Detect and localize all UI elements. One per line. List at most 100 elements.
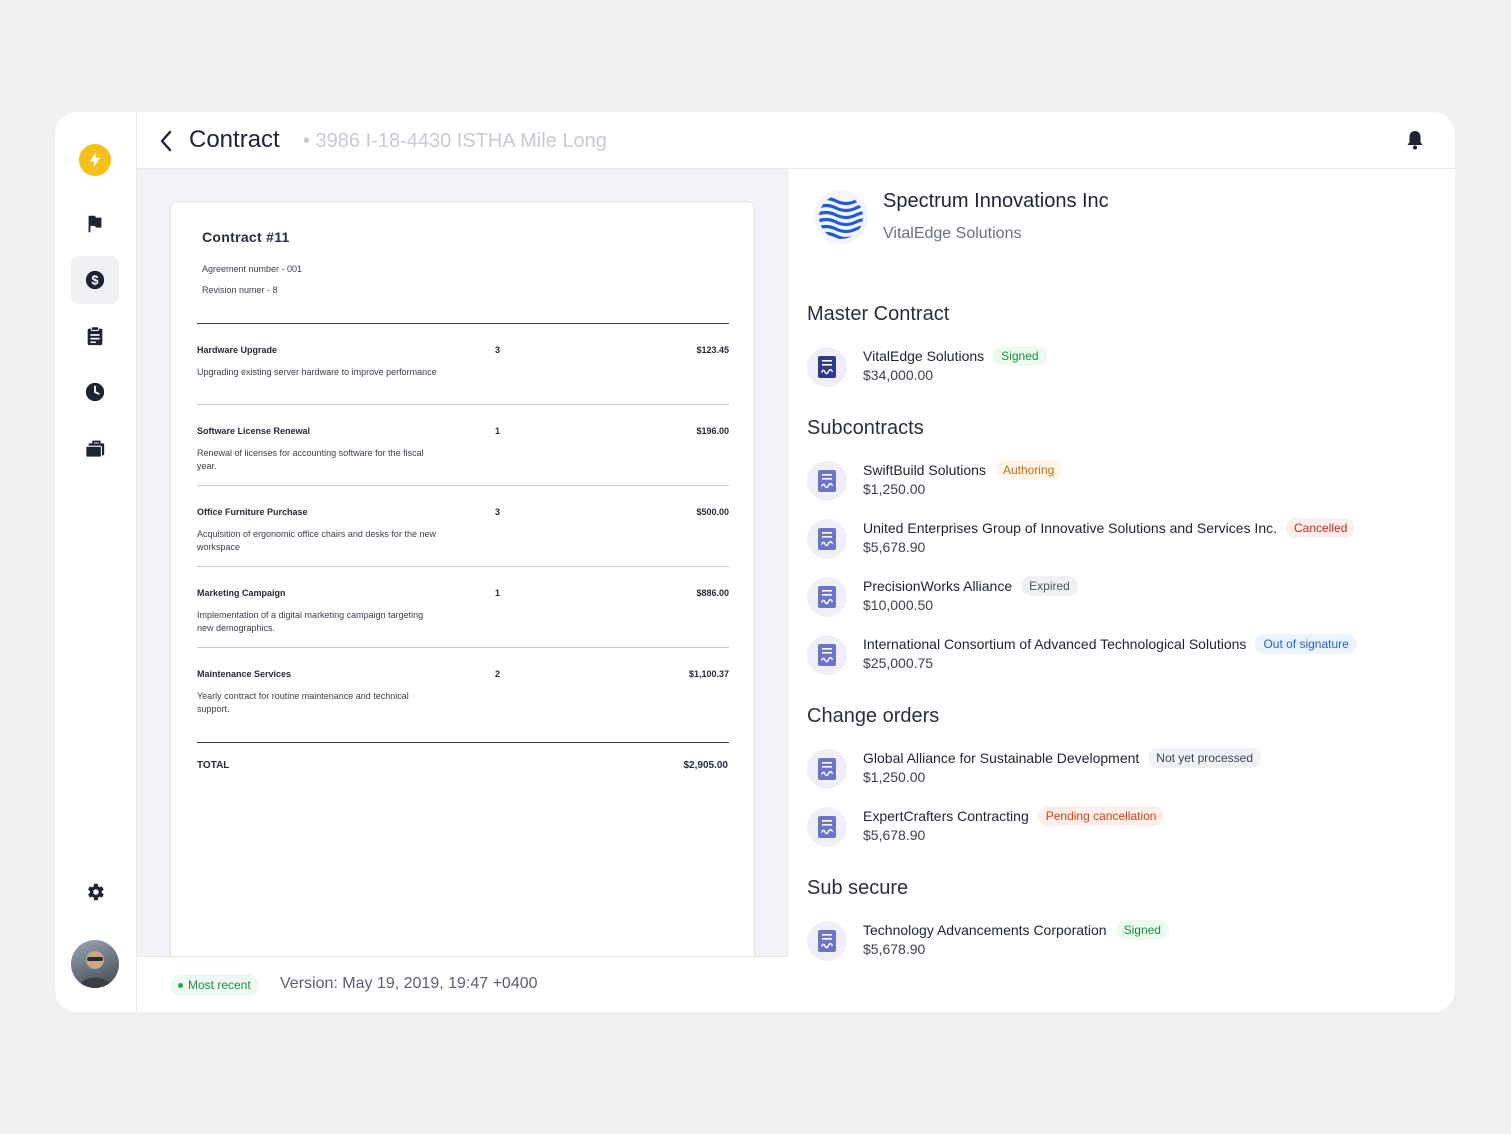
status-badge: Authoring [994, 460, 1063, 480]
contract-row[interactable]: Technology Advancements Corporation Signe… [807, 920, 1447, 964]
document-icon [818, 528, 836, 550]
document-preview-pane: Contract #11 Agreement number - 001 Revi… [137, 169, 788, 1012]
contract-amount: $25,000.75 [863, 655, 934, 671]
contract-name-text: ExpertCrafters Contracting [863, 808, 1029, 824]
row-icon [807, 749, 847, 789]
document-icon [818, 930, 836, 952]
sidebar-item-portfolio[interactable] [71, 424, 119, 472]
line-item-price: $500.00 [696, 507, 729, 517]
line-item-price: $1,100.37 [688, 669, 729, 679]
line-item-name: Maintenance Services [197, 669, 292, 679]
contract-details-pane: Spectrum Innovations Inc VitalEdge Solut… [788, 169, 1455, 1012]
revision-number: Revision numer - 8 [202, 285, 278, 295]
line-item-price: $196.00 [696, 426, 729, 436]
line-item-description: Renewal of licenses for accounting softw… [197, 448, 424, 471]
line-item-name: Marketing Campaign [197, 588, 286, 598]
clock-icon [85, 382, 105, 402]
row-icon [807, 519, 847, 559]
notifications-button[interactable] [1403, 128, 1427, 152]
section-title-sub-secure: Sub secure [807, 877, 909, 899]
line-item-quantity: 3 [495, 345, 501, 355]
chevron-left-icon [160, 130, 172, 152]
contract-row[interactable]: VitalEdge Solutions Signed $34,000.00 [807, 346, 1447, 390]
line-item-description: Implementation of a digital marketing ca… [197, 610, 424, 633]
row-icon [807, 347, 847, 387]
line-item-name: Software License Renewal [197, 426, 311, 436]
contract-row[interactable]: PrecisionWorks Alliance Expired $10,000.5… [807, 576, 1447, 620]
user-photo [79, 951, 111, 988]
contract-name: International Consortium of Advanced Tec… [863, 634, 1357, 654]
company-name: Spectrum Innovations Inc [883, 190, 1109, 212]
line-item-quantity: 1 [495, 426, 501, 436]
contract-amount: $5,678.90 [863, 539, 926, 555]
contract-name-text: United Enterprises Group of Innovative S… [863, 520, 1277, 536]
app-logo[interactable] [79, 144, 111, 176]
contract-amount: $5,678.90 [863, 827, 926, 843]
line-item-price: $123.45 [696, 345, 729, 355]
page-title: Contract [189, 126, 280, 153]
company-logo [814, 190, 868, 244]
clipboard-icon [87, 326, 103, 346]
sidebar-item-history[interactable] [71, 368, 119, 416]
document-icon [818, 356, 836, 378]
row-icon [807, 921, 847, 961]
status-badge: Signed [1115, 920, 1169, 940]
status-badge: Out of signature [1255, 634, 1357, 654]
contract-name: PrecisionWorks Alliance Expired [863, 576, 1078, 596]
line-item: Hardware Upgrade Upgrading existing serv… [197, 324, 729, 405]
section-title-change-orders: Change orders [807, 705, 940, 727]
most-recent-label: Most recent [188, 978, 251, 992]
line-item-quantity: 2 [495, 669, 501, 679]
line-item-quantity: 1 [495, 588, 501, 598]
contract-row[interactable]: International Consortium of Advanced Tec… [807, 634, 1447, 678]
status-badge: Expired [1021, 576, 1078, 596]
line-item: Office Furniture Purchase Acquisition of… [197, 486, 729, 567]
version-info[interactable]: Version: May 19, 2019, 19:47 +0400 [280, 975, 538, 993]
dollar-icon: $ [85, 270, 105, 290]
contract-name-text: Technology Advancements Corporation [863, 922, 1107, 938]
agreement-number: Agreement number - 001 [202, 264, 303, 274]
contract-amount: $1,250.00 [863, 481, 926, 497]
contract-row[interactable]: United Enterprises Group of Innovative S… [807, 518, 1447, 562]
page-subtitle: • 3986 I-18-4430 ISTHA Mile Long [303, 130, 607, 152]
contract-row[interactable]: Global Alliance for Sustainable Developm… [807, 748, 1447, 792]
contract-name-text: VitalEdge Solutions [863, 348, 985, 364]
bell-icon [1407, 131, 1423, 150]
contract-name: SwiftBuild Solutions Authoring [863, 460, 1063, 480]
briefcase-icon [85, 440, 105, 458]
status-badge: Cancelled [1286, 518, 1356, 538]
contract-name: ExpertCrafters Contracting Pending cancel… [863, 806, 1165, 826]
top-bar: Contract • 3986 I-18-4430 ISTHA Mile Lon… [137, 112, 1455, 169]
status-dot-icon [178, 982, 183, 988]
line-item: Maintenance Services Yearly contract for… [197, 648, 729, 729]
contract-row[interactable]: SwiftBuild Solutions Authoring $1,250.00 [807, 460, 1447, 504]
company-subtitle: VitalEdge Solutions [883, 225, 1022, 242]
document-icon [818, 644, 836, 666]
lightning-icon [89, 152, 101, 168]
contract-amount: $10,000.50 [863, 597, 934, 613]
line-item-name: Hardware Upgrade [197, 345, 278, 355]
total-label: TOTAL [197, 760, 230, 771]
line-item-description: Upgrading existing server hardware to im… [197, 367, 437, 377]
document-icon [818, 758, 836, 780]
row-icon [807, 461, 847, 501]
avatar[interactable] [71, 940, 119, 988]
contract-name: United Enterprises Group of Innovative S… [863, 518, 1356, 538]
sidebar-item-clipboard[interactable] [71, 312, 119, 360]
contract-amount: $5,678.90 [863, 941, 926, 957]
line-item-description: Yearly contract for routine maintenance … [197, 691, 409, 714]
wave-globe-icon [819, 196, 863, 239]
sidebar-item-settings[interactable] [71, 868, 119, 916]
contract-row[interactable]: ExpertCrafters Contracting Pending cancel… [807, 806, 1447, 850]
version-footer: Most recent Version: May 19, 2019, 19:47… [137, 956, 788, 1012]
contract-name: VitalEdge Solutions Signed [863, 346, 1047, 366]
line-item-description: Acquisition of ergonomic office chairs a… [197, 529, 436, 552]
document-icon [818, 470, 836, 492]
sidebar-item-billing[interactable]: $ [71, 256, 119, 304]
back-button[interactable] [155, 128, 177, 154]
sidebar-item-flag[interactable] [71, 200, 119, 248]
row-icon [807, 577, 847, 617]
document-title: Contract #11 [202, 229, 290, 245]
total-value: $2,905.00 [683, 760, 729, 771]
contract-amount: $1,250.00 [863, 769, 926, 785]
